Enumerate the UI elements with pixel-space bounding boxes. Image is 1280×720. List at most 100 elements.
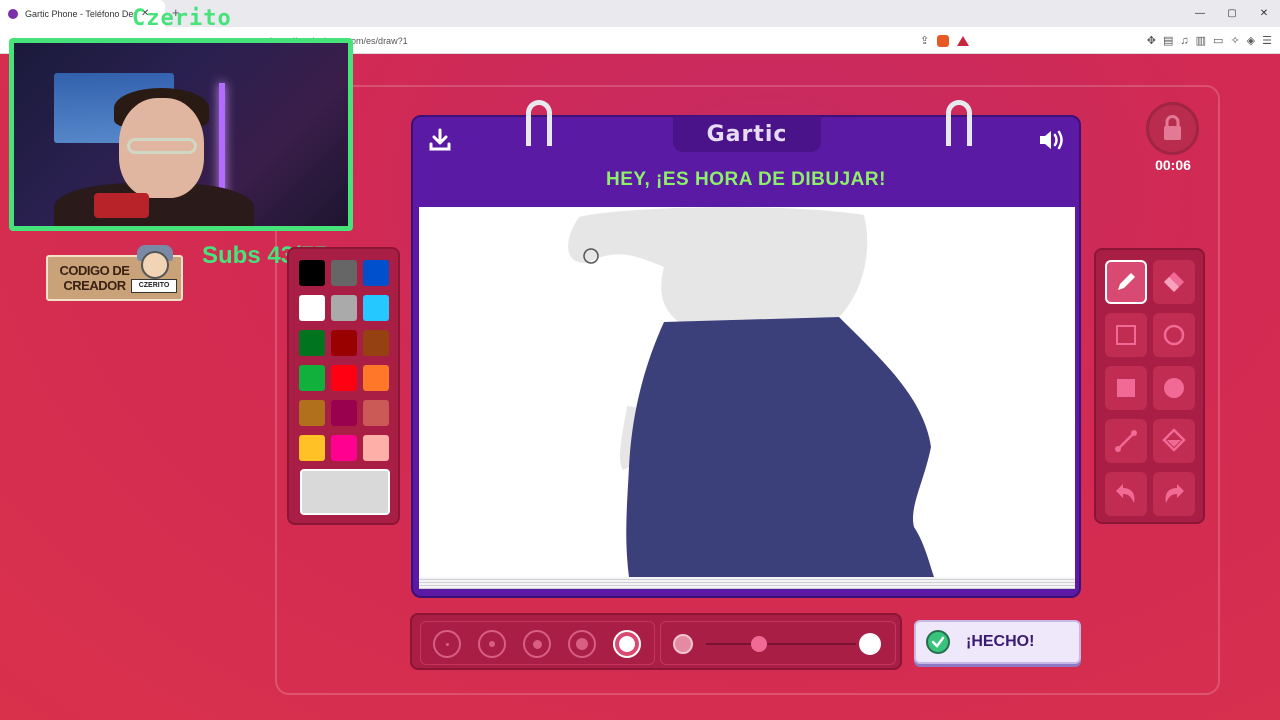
lock-button[interactable] (1146, 102, 1199, 155)
brush-size-3[interactable] (523, 630, 551, 658)
creator-avatar: CZERITO (131, 243, 177, 299)
color-swatch[interactable] (363, 435, 389, 461)
color-swatch[interactable] (299, 260, 325, 286)
brave-rewards-icon[interactable] (957, 35, 970, 46)
color-swatch[interactable] (299, 295, 325, 321)
opacity-high-icon (859, 633, 881, 655)
creator-tag: CZERITO (131, 279, 177, 293)
pencil-tool[interactable] (1105, 260, 1147, 304)
opacity-slider-handle[interactable] (750, 636, 767, 652)
circle-outline-icon (1163, 324, 1185, 346)
color-swatch[interactable] (331, 365, 357, 391)
countdown-timer: 00:06 (1155, 157, 1191, 173)
color-swatch[interactable] (363, 260, 389, 286)
tool-panel (1094, 248, 1205, 524)
bucket-icon (1162, 428, 1186, 452)
pencil-icon (1118, 273, 1135, 290)
stroke-grey-top (568, 207, 868, 322)
opacity-low-icon (673, 634, 693, 654)
brush-size-group (420, 621, 655, 665)
undo-icon (1116, 484, 1135, 503)
reading-list-icon[interactable]: ▤ (1163, 34, 1173, 47)
line-icon (1115, 430, 1137, 452)
circle-fill-tool[interactable] (1153, 366, 1195, 410)
webcam-person-glasses (127, 138, 197, 154)
vpn-icon[interactable]: ◈ (1247, 34, 1255, 47)
creator-code-badge: CODIGO DE CREADOR CZERITO (46, 245, 183, 301)
rectangle-outline-icon (1116, 325, 1136, 345)
notebook-pages-edge (419, 577, 1075, 589)
color-swatch[interactable] (331, 400, 357, 426)
webcam-overlay (9, 38, 353, 231)
color-swatch[interactable] (299, 400, 325, 426)
color-swatch[interactable] (331, 435, 357, 461)
color-swatch[interactable] (363, 295, 389, 321)
notebook-ring-left (526, 100, 552, 146)
undo-tool[interactable] (1105, 472, 1147, 516)
color-swatch[interactable] (331, 295, 357, 321)
circle-fill-icon (1164, 378, 1184, 398)
menu-icon[interactable]: ☰ (1262, 34, 1272, 47)
maximize-button[interactable]: ▢ (1216, 0, 1248, 27)
browser-toolbar-icons: ✥ ▤ ♫ ▥ ▭ ✧ ◈ ☰ (1147, 27, 1272, 54)
window-controls: — ▢ ✕ (1184, 0, 1280, 27)
rectangle-fill-icon (1117, 379, 1135, 397)
rectangle-fill-tool[interactable] (1105, 366, 1147, 410)
brush-size-4[interactable] (568, 630, 596, 658)
color-palette (287, 247, 400, 525)
canvas-frame (411, 205, 1081, 598)
brush-size-2[interactable] (478, 630, 506, 658)
done-button-label: ¡HECHO! (966, 633, 1035, 650)
brush-size-1[interactable] (433, 630, 461, 658)
opacity-group (660, 621, 896, 665)
redo-tool[interactable] (1153, 472, 1195, 516)
drawing-canvas[interactable] (419, 207, 1075, 577)
sound-icon[interactable] (1037, 127, 1067, 153)
tab-title: Gartic Phone - Teléfono Desco (25, 8, 135, 19)
line-tool[interactable] (1105, 419, 1147, 463)
gartic-logo: Gartic (673, 116, 821, 152)
opacity-slider-track[interactable] (706, 643, 856, 645)
leo-ai-icon[interactable]: ✧ (1230, 34, 1239, 47)
gartic-favicon-icon (8, 8, 18, 19)
extensions-icon[interactable]: ✥ (1147, 34, 1156, 47)
brave-shields-icon[interactable] (937, 34, 950, 47)
color-swatch[interactable] (363, 400, 389, 426)
bucket-tool[interactable] (1153, 419, 1195, 463)
wallet-icon[interactable]: ▭ (1213, 34, 1223, 47)
minimize-button[interactable]: — (1184, 0, 1216, 27)
color-swatch[interactable] (331, 330, 357, 356)
color-swatch[interactable] (299, 330, 325, 356)
notebook-ring-right (946, 100, 972, 146)
color-swatch[interactable] (363, 365, 389, 391)
color-swatch[interactable] (363, 330, 389, 356)
creator-code-text: CODIGO DE CREADOR (59, 263, 130, 293)
color-swatch[interactable] (299, 365, 325, 391)
share-icon[interactable]: ⇪ (920, 34, 929, 47)
notebook-header: Gartic HEY, ¡ES HORA DE DIBUJAR! (411, 115, 1081, 207)
avatar-head (141, 251, 169, 279)
streamer-name: Czerito (132, 6, 232, 31)
lock-icon (1164, 115, 1181, 140)
brush-settings-bar (410, 613, 902, 670)
draw-prompt-title: HEY, ¡ES HORA DE DIBUJAR! (606, 169, 886, 190)
current-color-swatch[interactable] (300, 469, 390, 515)
check-icon (926, 630, 950, 654)
brush-size-5[interactable] (613, 630, 641, 658)
sidebar-icon[interactable]: ▥ (1196, 34, 1206, 47)
color-swatch[interactable] (331, 260, 357, 286)
redo-icon (1165, 484, 1184, 503)
eraser-tool[interactable] (1153, 260, 1195, 304)
download-icon[interactable] (427, 127, 453, 153)
rectangle-outline-tool[interactable] (1105, 313, 1147, 357)
webcam-microphone (94, 193, 149, 218)
drawing-strokes (568, 207, 934, 577)
address-actions: ⇪ (920, 27, 970, 54)
eraser-icon (1164, 272, 1184, 292)
color-swatch[interactable] (299, 435, 325, 461)
close-window-button[interactable]: ✕ (1248, 0, 1280, 27)
done-button[interactable]: ¡HECHO! (914, 620, 1081, 664)
stroke-navy-body (626, 317, 934, 577)
music-icon[interactable]: ♫ (1180, 35, 1188, 47)
circle-outline-tool[interactable] (1153, 313, 1195, 357)
